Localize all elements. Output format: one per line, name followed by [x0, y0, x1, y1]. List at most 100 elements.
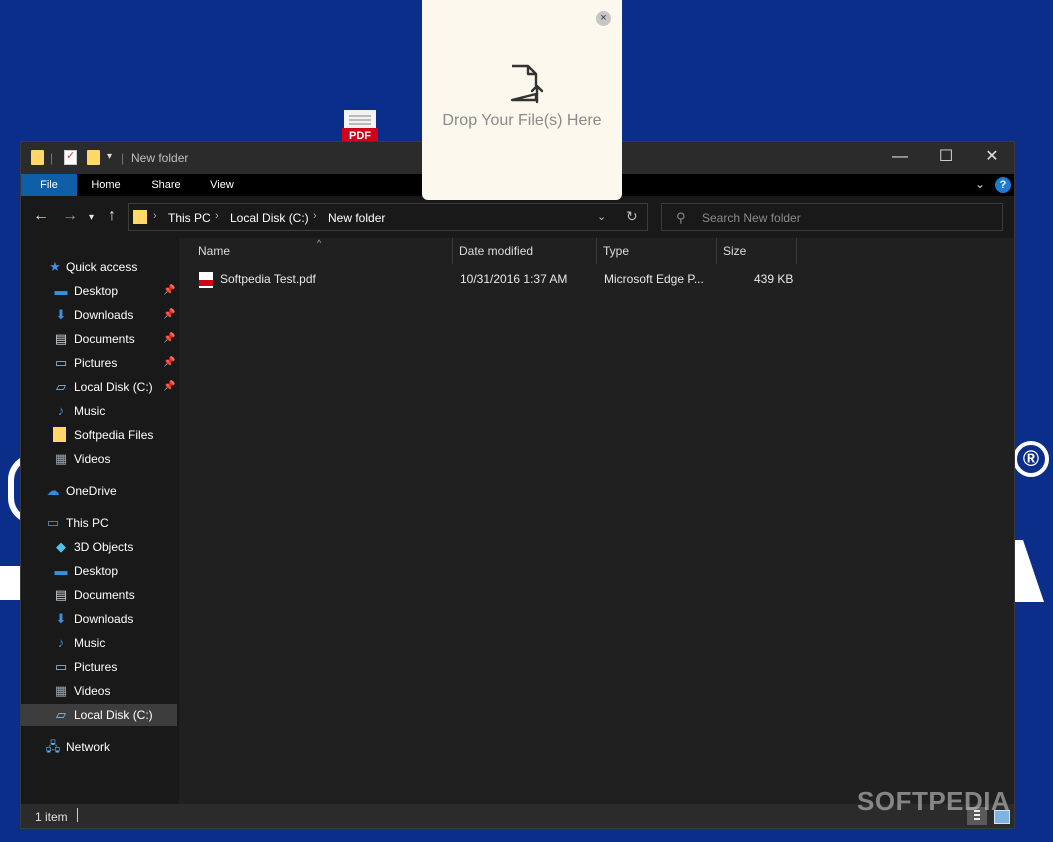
breadcrumb-separator[interactable]: › — [215, 210, 219, 222]
nav-quick-videos[interactable]: ▦ Videos — [21, 448, 177, 470]
pin-icon[interactable]: 📌 — [163, 333, 175, 344]
nav-label: Videos — [74, 452, 111, 466]
nav-label: OneDrive — [66, 484, 117, 498]
properties-icon[interactable] — [64, 149, 77, 165]
nav-quick-pictures[interactable]: ▭ Pictures 📌 — [21, 352, 177, 374]
nav-quick-softpedia-files[interactable]: Softpedia Files — [21, 424, 177, 446]
breadcrumb-separator[interactable]: › — [153, 210, 157, 222]
star-icon: ★ — [49, 259, 61, 274]
nav-pc-3d-objects[interactable]: ◆ 3D Objects — [21, 536, 177, 558]
pin-icon[interactable]: 📌 — [163, 309, 175, 320]
pin-icon[interactable]: 📌 — [163, 357, 175, 368]
desktop-icon: ▬ — [54, 283, 68, 298]
nav-label: Music — [74, 404, 106, 418]
pictures-icon: ▭ — [54, 659, 68, 674]
window-title: New folder — [131, 151, 189, 165]
nav-pc-local-disk[interactable]: ▱ Local Disk (C:) — [21, 704, 177, 726]
videos-icon: ▦ — [54, 451, 68, 466]
status-divider — [77, 808, 78, 822]
pin-icon[interactable]: 📌 — [163, 381, 175, 392]
drop-instruction: Drop Your File(s) Here — [442, 112, 602, 129]
registered-mark: ® — [1013, 441, 1049, 477]
address-dropdown-chevron-icon[interactable]: ⌄ — [597, 210, 606, 223]
tab-home[interactable]: Home — [83, 174, 129, 196]
nav-onedrive[interactable]: ☁ OneDrive — [21, 480, 177, 502]
close-icon[interactable]: × — [596, 11, 611, 26]
expand-ribbon-chevron-icon[interactable]: ⌄ — [975, 177, 985, 191]
music-icon: ♪ — [57, 635, 65, 650]
file-upload-icon — [510, 64, 544, 104]
column-header-date-modified[interactable]: Date modified — [453, 238, 597, 264]
back-arrow-icon[interactable]: ← — [33, 208, 49, 224]
table-row[interactable]: Softpedia Test.pdf 10/31/2016 1:37 AM Mi… — [193, 268, 813, 290]
nav-pc-downloads[interactable]: ⬇ Downloads — [21, 608, 177, 630]
wallpaper-shape — [0, 566, 22, 600]
customize-toolbar-dropdown-icon[interactable]: ▾ — [107, 151, 112, 162]
search-input[interactable]: ⚲ Search New folder — [661, 203, 1003, 231]
item-count: 1 item — [35, 810, 68, 824]
local-disk-icon: ▱ — [56, 379, 66, 394]
nav-pc-pictures[interactable]: ▭ Pictures — [21, 656, 177, 678]
up-arrow-icon[interactable]: ↑ — [108, 208, 116, 224]
nav-label: This PC — [66, 516, 109, 530]
nav-quick-music[interactable]: ♪ Music — [21, 400, 177, 422]
breadcrumb-separator[interactable]: › — [313, 210, 317, 222]
nav-label: 3D Objects — [74, 540, 134, 554]
nav-label: Desktop — [74, 284, 119, 298]
forward-arrow-icon[interactable]: → — [62, 208, 78, 224]
nav-label: Network — [66, 740, 111, 754]
search-icon: ⚲ — [676, 210, 686, 225]
maximize-button[interactable]: ☐ — [923, 142, 969, 174]
help-icon[interactable]: ? — [995, 177, 1011, 193]
nav-this-pc[interactable]: ▭ This PC — [21, 512, 177, 534]
nav-quick-desktop[interactable]: ▬ Desktop 📌 — [21, 280, 177, 302]
minimize-button[interactable]: — — [877, 142, 923, 174]
nav-pc-music[interactable]: ♪ Music — [21, 632, 177, 654]
refresh-icon[interactable]: ↻ — [626, 208, 638, 225]
address-bar[interactable]: › This PC › Local Disk (C:) › New folder… — [128, 203, 648, 231]
nav-label: Videos — [74, 684, 111, 698]
folder-icon — [133, 210, 147, 224]
nav-label: Documents — [74, 332, 135, 346]
breadcrumb-this-pc[interactable]: This PC — [168, 211, 211, 225]
navigation-pane: ★ Quick access ▬ Desktop 📌 ⬇ Downloads 📌… — [21, 238, 179, 804]
nav-pc-documents[interactable]: ▤ Documents — [21, 584, 177, 606]
nav-quick-downloads[interactable]: ⬇ Downloads 📌 — [21, 304, 177, 326]
folder-icon — [53, 427, 66, 442]
pdf-file-icon — [199, 272, 213, 288]
file-name: Softpedia Test.pdf — [220, 272, 316, 286]
search-placeholder: Search New folder — [702, 211, 801, 225]
file-date-modified: 10/31/2016 1:37 AM — [460, 272, 568, 286]
pin-icon[interactable]: 📌 — [163, 285, 175, 296]
column-header-type[interactable]: Type — [597, 238, 717, 264]
nav-label: Local Disk (C:) — [74, 708, 153, 722]
nav-quick-local-disk[interactable]: ▱ Local Disk (C:) 📌 — [21, 376, 177, 398]
nav-quick-access[interactable]: ★ Quick access — [21, 256, 177, 278]
new-folder-icon[interactable] — [87, 150, 100, 165]
column-header-size[interactable]: Size — [717, 238, 797, 264]
softpedia-watermark: SOFTPEDIA — [857, 786, 1011, 816]
close-button[interactable]: ✕ — [969, 142, 1015, 174]
breadcrumb-new-folder[interactable]: New folder — [328, 211, 385, 225]
nav-label: Quick access — [66, 260, 138, 274]
recent-locations-chevron-icon[interactable]: ▾ — [89, 210, 94, 226]
tab-view[interactable]: View — [199, 174, 245, 196]
documents-icon: ▤ — [54, 587, 68, 602]
documents-icon: ▤ — [54, 331, 68, 346]
downloads-icon: ⬇ — [55, 611, 67, 626]
nav-label: Documents — [74, 588, 135, 602]
drop-zone-panel[interactable]: × Drop Your File(s) Here — [422, 0, 622, 200]
3d-objects-icon: ◆ — [56, 539, 66, 554]
column-header-name[interactable]: Name — [192, 238, 453, 264]
videos-icon: ▦ — [54, 683, 68, 698]
nav-pc-videos[interactable]: ▦ Videos — [21, 680, 177, 702]
nav-pc-desktop[interactable]: ▬ Desktop — [21, 560, 177, 582]
nav-network[interactable]: 🖧 Network — [21, 736, 177, 758]
tab-file[interactable]: File — [21, 174, 77, 196]
breadcrumb-local-disk[interactable]: Local Disk (C:) — [230, 211, 309, 225]
tab-share[interactable]: Share — [143, 174, 189, 196]
computer-icon: ▭ — [46, 515, 60, 530]
nav-quick-documents[interactable]: ▤ Documents 📌 — [21, 328, 177, 350]
folder-icon — [31, 150, 44, 165]
desktop-pdf-file-icon[interactable]: PDF — [342, 110, 378, 144]
